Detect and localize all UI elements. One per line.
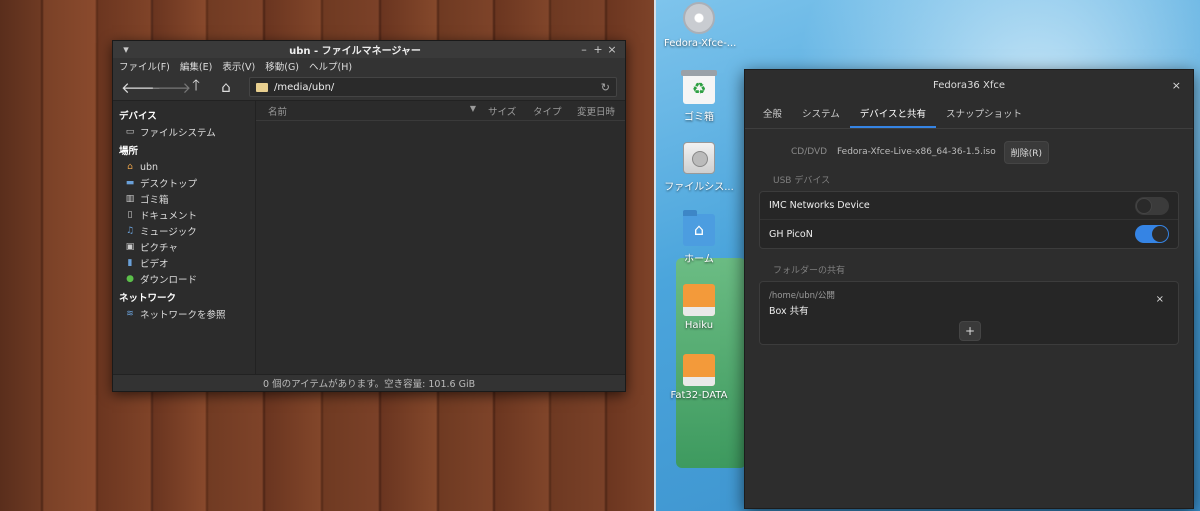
title-bar[interactable]: ▾ ubn - ファイルマネージャー – + × [113, 41, 625, 58]
sidebar-header-network: ネットワーク [119, 293, 177, 304]
tab-bar: 全般 システム デバイスと共有 スナップショット [745, 101, 1193, 129]
desktop-icon-fedora-iso[interactable]: Fedora-Xfce-... [664, 2, 736, 49]
file-list[interactable]: 名前 ▼ サイズ タイプ 変更日時 [256, 101, 625, 374]
video-icon: ▮ [127, 258, 133, 268]
column-type[interactable]: タイプ [527, 104, 571, 118]
trash-icon: ▥ [125, 194, 135, 204]
download-icon: ● [126, 274, 134, 284]
toolbar: 🡐 🡒 🡑 ⌂ /media/ubn/ ↻ [113, 74, 625, 100]
status-bar: 0 個のアイテムがあります。空き容量: 101.6 GiB [113, 374, 625, 391]
home-folder-icon [683, 210, 715, 246]
shared-folder-list: /home/ubn/公開 Box 共有 × + [759, 281, 1179, 345]
desktop-icon: ▬ [125, 178, 135, 188]
column-headers: 名前 ▼ サイズ タイプ 変更日時 [256, 101, 625, 121]
sidebar-item-ubn[interactable]: ⌂ ubn [113, 159, 255, 175]
document-icon: ▯ [127, 210, 133, 220]
home-icon: ⌂ [127, 162, 133, 172]
sidebar-header-places: 場所 [119, 146, 139, 157]
picture-icon: ▣ [125, 242, 135, 252]
back-arrow-icon[interactable]: 🡐 [121, 78, 161, 97]
desktop-icon-trash[interactable]: ゴミ箱 [664, 70, 734, 123]
dialog-title: Fedora36 Xfce [933, 80, 1005, 91]
maximize-button[interactable]: + [591, 43, 605, 56]
close-button[interactable]: × [605, 43, 619, 56]
desktop-icon-haiku[interactable]: Haiku [664, 284, 734, 331]
menu-go[interactable]: 移動(G) [265, 59, 299, 73]
sidebar-item-browse-network[interactable]: ≋ ネットワークを参照 [113, 306, 255, 322]
usb-device-name: GH PicoN [769, 228, 813, 240]
location-bar[interactable]: /media/ubn/ ↻ [249, 77, 617, 97]
file-manager-window: ▾ ubn - ファイルマネージャー – + × ファイル(F) 編集(E) 表… [112, 40, 626, 392]
vm-settings-dialog: Fedora36 Xfce × 全般 システム デバイスと共有 スナップショット… [744, 69, 1194, 509]
sidebar-item-desktop[interactable]: ▬ デスクトップ [113, 175, 255, 191]
menu-bar: ファイル(F) 編集(E) 表示(V) 移動(G) ヘルプ(H) [113, 58, 625, 74]
desktop-icon-home[interactable]: ホーム [664, 210, 734, 265]
trash-icon [681, 70, 717, 104]
tab-snapshots[interactable]: スナップショット [936, 106, 1032, 128]
usb-device-row: GH PicoN [760, 220, 1178, 248]
home-icon[interactable]: ⌂ [211, 78, 241, 96]
sidebar-item-videos[interactable]: ▮ ビデオ [113, 255, 255, 271]
music-icon: ♫ [125, 226, 135, 236]
cd-label: CD/DVD [791, 147, 828, 157]
tab-general[interactable]: 全般 [753, 106, 792, 128]
desktop-icon-filesystem[interactable]: ファイルシス... [664, 142, 734, 193]
minimize-button[interactable]: – [577, 43, 591, 56]
usb-toggle-gh-picon[interactable] [1135, 225, 1169, 243]
close-icon[interactable]: × [1172, 79, 1181, 92]
menu-help[interactable]: ヘルプ(H) [309, 59, 352, 73]
remove-share-icon[interactable]: × [1156, 294, 1164, 305]
sort-down-icon: ▼ [469, 103, 476, 113]
reload-icon[interactable]: ↻ [601, 81, 610, 94]
shared-folder-path: /home/ubn/公開 [769, 291, 835, 301]
harddisk-icon [683, 142, 715, 174]
column-size[interactable]: サイズ [482, 104, 527, 118]
usb-devices-header: USB デバイス [773, 176, 831, 186]
sidebar-item-documents[interactable]: ▯ ドキュメント [113, 207, 255, 223]
location-path: /media/ubn/ [274, 81, 335, 93]
menu-edit[interactable]: 編集(E) [180, 59, 212, 73]
sidebar-item-trash[interactable]: ▥ ゴミ箱 [113, 191, 255, 207]
remove-cd-button[interactable]: 削除(R) [1003, 140, 1049, 164]
disc-icon [683, 2, 715, 34]
sidebar-item-downloads[interactable]: ● ダウンロード [113, 271, 255, 287]
sidebar: デバイス ▭ ファイルシステム 場所 ⌂ ubn ▬ デスクトップ ▥ ゴミ箱 … [113, 101, 256, 374]
folder-sharing-header: フォルダーの共有 [773, 266, 846, 276]
sidebar-item-filesystem[interactable]: ▭ ファイルシステム [113, 124, 255, 140]
tab-system[interactable]: システム [792, 106, 850, 128]
usb-device-row: IMC Networks Device [760, 192, 1178, 220]
folder-icon [256, 82, 268, 92]
harddisk-icon: ▭ [125, 127, 135, 137]
sidebar-item-music[interactable]: ♫ ミュージック [113, 223, 255, 239]
sidebar-header-devices: デバイス [119, 111, 157, 122]
up-arrow-icon[interactable]: 🡑 [181, 75, 211, 100]
tab-devices-sharing[interactable]: デバイスと共有 [849, 106, 936, 128]
drive-icon [683, 354, 715, 386]
add-share-button[interactable]: + [959, 321, 981, 341]
wifi-icon: ≋ [126, 309, 134, 319]
window-title: ubn - ファイルマネージャー [289, 46, 421, 57]
forward-arrow-icon[interactable]: 🡒 [151, 78, 191, 97]
column-name[interactable]: 名前 ▼ [256, 104, 482, 118]
desktop-icon-fat32-data[interactable]: Fat32-DATA [664, 354, 734, 401]
menu-file[interactable]: ファイル(F) [119, 59, 170, 73]
usb-device-list: IMC Networks Device GH PicoN [759, 191, 1179, 249]
drive-icon [683, 284, 715, 316]
dialog-title-bar[interactable]: Fedora36 Xfce × [745, 70, 1193, 101]
column-modified[interactable]: 変更日時 [571, 104, 615, 118]
cd-dvd-row: CD/DVD Fedora-Xfce-Live-x86_64-36-1.5.is… [759, 139, 1179, 165]
usb-toggle-imc[interactable] [1135, 196, 1169, 215]
menu-view[interactable]: 表示(V) [222, 59, 255, 73]
shared-folder-name: Box 共有 [769, 306, 809, 317]
usb-device-name: IMC Networks Device [769, 200, 870, 211]
window-menu-button[interactable]: ▾ [119, 43, 133, 56]
sidebar-item-pictures[interactable]: ▣ ピクチャ [113, 239, 255, 255]
cd-value: Fedora-Xfce-Live-x86_64-36-1.5.iso [837, 147, 996, 157]
